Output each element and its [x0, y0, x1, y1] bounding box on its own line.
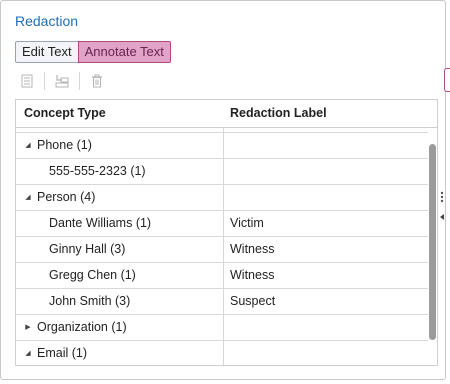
toolbar-separator — [79, 72, 80, 90]
mode-tabs: Edit Text Annotate Text — [15, 41, 171, 63]
concept-type-cell: Person (4) — [37, 190, 96, 204]
concept-type-cell: 555-555-2323 (1) — [49, 164, 146, 178]
redaction-label-cell[interactable]: Witness — [230, 237, 274, 262]
column-header-redaction-label[interactable]: Redaction Label — [230, 100, 327, 127]
redaction-panel: Redaction Edit Text Annotate Text Concep… — [0, 0, 446, 380]
concept-type-cell: Gregg Chen (1) — [49, 268, 136, 282]
caret-expanded-icon[interactable]: ◢ — [23, 185, 33, 210]
redaction-table: Concept Type Redaction Label ◢ Phone (1) 5… — [15, 99, 438, 366]
concept-type-cell: Ginny Hall (3) — [49, 242, 126, 256]
column-header-concept-type[interactable]: Concept Type — [24, 100, 106, 127]
caret-collapsed-icon[interactable]: ▶ — [23, 315, 33, 340]
insert-row-icon[interactable] — [54, 73, 70, 89]
table-row[interactable]: ◢ Person (4) — [16, 184, 428, 210]
concept-type-cell: Phone (1) — [37, 138, 92, 152]
table-row[interactable]: ▶ Organization (1) — [16, 314, 428, 340]
table-row[interactable]: Gregg Chen (1) Witness — [16, 262, 428, 288]
adjacent-panel-tab[interactable] — [444, 68, 450, 92]
table-header: Concept Type Redaction Label — [16, 100, 437, 128]
concept-type-cell: Organization (1) — [37, 320, 127, 334]
concept-type-cell: Email (1) — [37, 346, 88, 360]
edit-text-button[interactable]: Edit Text — [15, 41, 79, 63]
table-row[interactable]: Dante Williams (1) Victim — [16, 210, 428, 236]
caret-expanded-icon[interactable]: ◢ — [23, 133, 33, 158]
table-row[interactable]: ◢ Email (1) — [16, 340, 428, 365]
toolbar-separator — [44, 72, 45, 90]
document-icon[interactable] — [19, 73, 35, 89]
concept-type-cell: John Smith (3) — [49, 294, 131, 308]
concept-type-cell: Dante Williams (1) — [49, 216, 152, 230]
table-row[interactable]: ◢ Phone (1) — [16, 132, 428, 158]
resize-handle[interactable] — [438, 187, 446, 227]
table-body: ◢ Phone (1) 555-555-2323 (1) ◢ Person (4) Dan… — [16, 132, 428, 365]
toolbar — [19, 72, 105, 90]
redaction-label-cell[interactable]: Victim — [230, 211, 264, 236]
table-row[interactable]: Ginny Hall (3) Witness — [16, 236, 428, 262]
trash-icon[interactable] — [89, 73, 105, 89]
table-row[interactable]: John Smith (3) Suspect — [16, 288, 428, 314]
table-row[interactable]: 555-555-2323 (1) — [16, 158, 428, 184]
vertical-scrollbar[interactable] — [429, 144, 436, 340]
caret-expanded-icon[interactable]: ◢ — [23, 341, 33, 365]
redaction-label-cell[interactable]: Suspect — [230, 289, 275, 314]
panel-title: Redaction — [15, 13, 79, 29]
redaction-label-cell[interactable]: Witness — [230, 263, 274, 288]
annotate-text-button[interactable]: Annotate Text — [77, 41, 171, 63]
